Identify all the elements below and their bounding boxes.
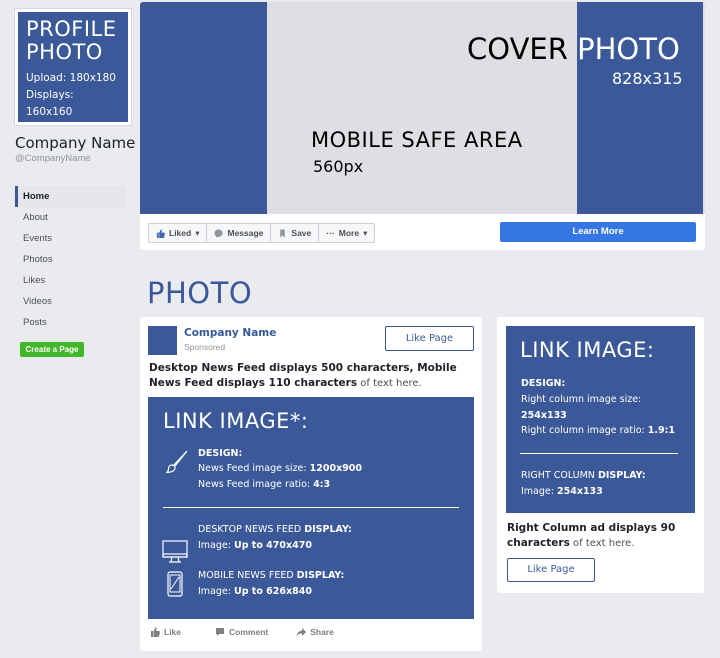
messenger-icon — [214, 228, 224, 238]
more-button[interactable]: ··· More ▾ — [319, 224, 374, 242]
post-avatar[interactable] — [148, 326, 177, 355]
post-sponsored-label: Sponsored — [184, 342, 226, 352]
post-text: Desktop News Feed displays 500 character… — [149, 362, 457, 389]
like-page-button[interactable]: Like Page — [385, 326, 474, 351]
page-nav: Home About Events Photos Likes Videos Po… — [15, 186, 126, 333]
paintbrush-icon — [165, 450, 188, 474]
news-feed-link-image[interactable]: LINK IMAGE*: DESIGN: News Feed image siz… — [148, 397, 474, 619]
page-name[interactable]: Company Name — [15, 134, 135, 152]
right-display-label: RIGHT COLUMN DISPLAY: — [521, 470, 646, 481]
more-label: More — [338, 228, 360, 238]
nav-item-posts[interactable]: Posts — [15, 312, 126, 333]
post-action-bar: Like Comment Share — [150, 627, 470, 637]
like-label: Like — [164, 627, 182, 637]
thumbs-up-icon — [156, 228, 165, 238]
desktop-monitor-icon — [162, 540, 188, 563]
cover-photo[interactable]: COVER PHOTO 828x315 MOBILE SAFE AREA 560… — [140, 2, 705, 214]
right-column-link-image[interactable]: LINK IMAGE: DESIGN: Right column image s… — [506, 326, 695, 513]
right-image-size-value: 254x133 — [521, 410, 567, 421]
profile-photo[interactable]: PROFILE PHOTO Upload: 180x180 Displays: … — [15, 9, 131, 125]
right-design-label: DESIGN: — [521, 378, 566, 389]
mobile-display-size: Image: Up to 626x840 — [198, 586, 312, 597]
nav-item-home[interactable]: Home — [15, 186, 126, 207]
page-action-buttons: Liked ▾ Message Save ··· More ▾ — [148, 223, 376, 243]
divider — [163, 507, 459, 508]
mobile-safe-area-title: MOBILE SAFE AREA — [311, 128, 523, 152]
thumbs-up-icon — [151, 627, 160, 637]
message-label: Message — [227, 228, 264, 238]
right-image-ratio: Right column image ratio: 1.9:1 — [521, 425, 676, 436]
share-icon — [296, 628, 307, 637]
nav-item-likes[interactable]: Likes — [15, 270, 126, 291]
create-page-button[interactable]: Create a Page — [20, 342, 84, 357]
comment-label: Comment — [229, 627, 269, 637]
right-like-page-button[interactable]: Like Page — [507, 558, 595, 582]
nav-item-videos[interactable]: Videos — [15, 291, 126, 312]
chevron-down-icon: ▾ — [363, 228, 368, 238]
cover-unsafe-left — [140, 2, 267, 214]
share-label: Share — [310, 627, 334, 637]
save-label: Save — [291, 228, 312, 238]
message-button[interactable]: Message — [207, 224, 272, 242]
mobile-phone-icon — [167, 571, 183, 597]
post-company-name[interactable]: Company Name — [184, 327, 276, 339]
share-action[interactable]: Share — [296, 627, 334, 637]
nav-item-photos[interactable]: Photos — [15, 249, 126, 270]
like-action[interactable]: Like — [150, 627, 181, 637]
liked-label: Liked — [169, 228, 192, 238]
learn-more-button[interactable]: Learn More — [500, 222, 696, 242]
chevron-down-icon: ▾ — [195, 228, 200, 238]
news-feed-image-ratio: News Feed image ratio: 4:3 — [198, 479, 331, 490]
design-label: DESIGN: — [198, 448, 243, 459]
cover-photo-title: COVER PHOTO — [467, 32, 680, 66]
page-handle[interactable]: @CompanyName — [15, 153, 91, 164]
news-feed-post: Company Name Sponsored Like Page Desktop… — [140, 317, 482, 651]
bookmark-icon — [280, 228, 286, 238]
news-feed-image-size: News Feed image size: 1200x900 — [198, 463, 363, 474]
right-link-image-title: LINK IMAGE: — [520, 338, 655, 362]
link-image-title: LINK IMAGE*: — [163, 409, 309, 433]
right-column-ad: LINK IMAGE: DESIGN: Right column image s… — [497, 317, 704, 593]
liked-button[interactable]: Liked ▾ — [149, 224, 208, 242]
nav-item-events[interactable]: Events — [15, 228, 126, 249]
profile-photo-title: PROFILE PHOTO — [26, 17, 117, 64]
ellipsis-icon: ··· — [326, 228, 335, 238]
save-button[interactable]: Save — [271, 224, 320, 242]
mobile-safe-area-size: 560px — [313, 157, 364, 176]
nav-item-about[interactable]: About — [15, 207, 126, 228]
profile-photo-specs: Upload: 180x180 Displays: 160x160 — [26, 72, 116, 118]
desktop-display-label: DESKTOP NEWS FEED DISPLAY: — [198, 524, 352, 535]
cover-photo-size: 828x315 — [612, 69, 683, 88]
right-image-size-label: Right column image size: — [521, 394, 642, 405]
page-action-bar: Liked ▾ Message Save ··· More ▾ Learn Mo… — [140, 214, 705, 250]
photo-section-heading: PHOTO — [147, 276, 253, 310]
right-ad-text: Right Column ad displays 90 characters o… — [507, 522, 676, 549]
divider — [520, 453, 678, 454]
mobile-display-label: MOBILE NEWS FEED DISPLAY: — [198, 570, 345, 581]
comment-action[interactable]: Comment — [215, 627, 268, 637]
right-display-size: Image: 254x133 — [521, 486, 603, 497]
desktop-display-size: Image: Up to 470x470 — [198, 540, 312, 551]
comment-icon — [216, 628, 225, 636]
